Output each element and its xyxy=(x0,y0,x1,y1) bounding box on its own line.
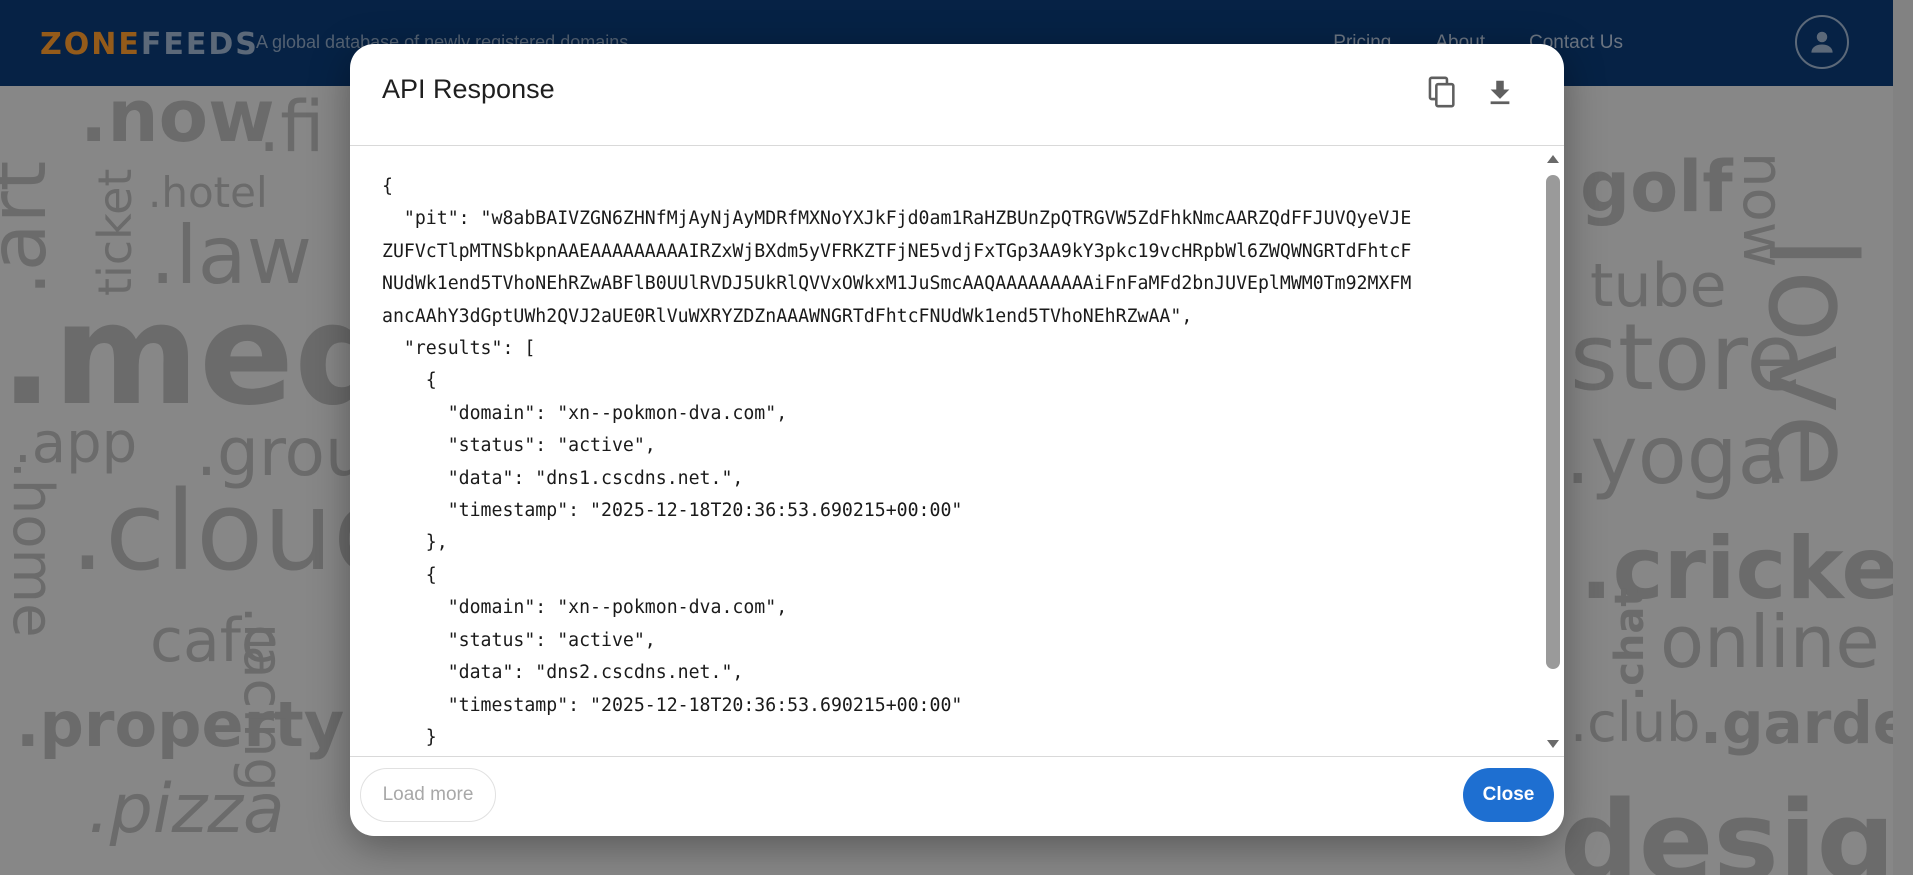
dialog-title: API Response xyxy=(382,74,555,104)
json-response-text: { "pit": "w8abBAIVZGN6ZHNfMjAyNjAyMDRfMX… xyxy=(382,176,1412,748)
scrollbar-thumb[interactable] xyxy=(1546,175,1560,669)
load-more-button[interactable]: Load more xyxy=(360,768,496,822)
scroll-up-icon[interactable] xyxy=(1547,155,1559,163)
copy-icon xyxy=(1428,76,1455,108)
api-response-dialog: API Response { "pit": "w8abBAIVZGN6ZHNfM… xyxy=(350,44,1564,836)
page: ZONEFEEDS A global database of newly reg… xyxy=(0,0,1913,875)
close-button[interactable]: Close xyxy=(1463,768,1554,822)
download-button[interactable] xyxy=(1478,70,1522,114)
download-icon xyxy=(1490,80,1510,105)
dialog-scrollbar[interactable] xyxy=(1542,147,1564,756)
dialog-header: API Response xyxy=(350,44,1564,146)
dialog-footer: Load more Close xyxy=(350,756,1564,836)
scroll-down-icon[interactable] xyxy=(1547,740,1559,748)
dialog-body: { "pit": "w8abBAIVZGN6ZHNfMjAyNjAyMDRfMX… xyxy=(350,147,1564,756)
copy-button[interactable] xyxy=(1420,70,1464,114)
